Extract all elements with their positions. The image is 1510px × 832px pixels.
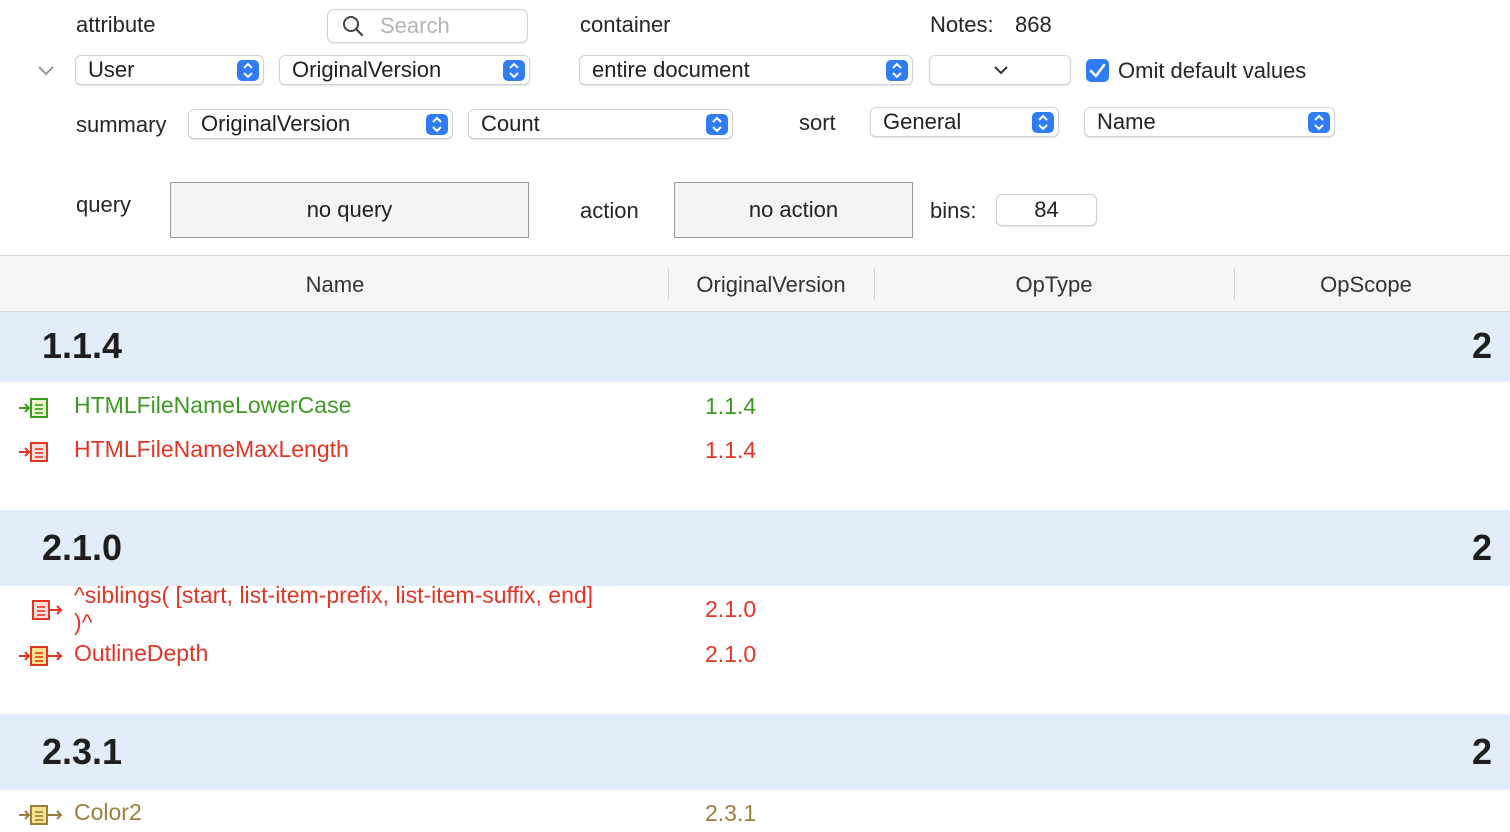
table-row[interactable]: HTMLFileNameLowerCase 1.1.4 — [0, 390, 1510, 426]
table-row[interactable]: HTMLFileNameMaxLength 1.1.4 — [0, 434, 1510, 470]
note-alias-icon — [19, 398, 48, 418]
popup-arrows-icon — [503, 60, 525, 81]
summary-field-popup[interactable]: OriginalVersion — [188, 109, 453, 139]
column-header-optype[interactable]: OpType — [874, 256, 1234, 311]
sort-label: sort — [799, 110, 836, 135]
popup-arrows-icon — [706, 114, 728, 135]
action-button[interactable]: no action — [674, 182, 913, 238]
row-version: 1.1.4 — [705, 437, 757, 463]
summary-label: summary — [76, 112, 167, 137]
attribute-field-popup[interactable]: OriginalVersion — [279, 55, 530, 85]
container-detail-popup[interactable] — [929, 55, 1071, 85]
row-version: 2.1.0 — [705, 596, 757, 622]
popup-arrows-icon — [426, 114, 448, 135]
omit-default-label: Omit default values — [1118, 58, 1307, 83]
table-row[interactable]: Color2 2.3.1 — [0, 797, 1510, 832]
checkmark-icon — [1089, 63, 1106, 78]
group-count: 2 — [1471, 731, 1492, 772]
row-version: 1.1.4 — [705, 393, 757, 419]
chevron-down-icon — [994, 66, 1008, 75]
notes-label: Notes: — [930, 12, 994, 37]
group-count: 2 — [1471, 527, 1492, 568]
query-label: query — [76, 192, 132, 217]
omit-default-checkbox[interactable] — [1086, 59, 1109, 82]
summary-op-popup[interactable]: Count — [468, 109, 733, 139]
note-alias-icon — [19, 442, 48, 462]
search-placeholder: Search — [380, 13, 450, 38]
container-value: entire document — [592, 57, 750, 82]
popup-arrows-icon — [237, 60, 259, 81]
group-name: 1.1.4 — [42, 325, 123, 366]
bins-label: bins: — [930, 198, 977, 223]
attribute-label: attribute — [76, 12, 156, 37]
row-name: ^siblings( [start, list-item-prefix, lis… — [74, 586, 594, 635]
group-header[interactable]: 1.1.4 2 — [0, 312, 1510, 382]
chevron-down-icon[interactable] — [36, 64, 56, 78]
note-alias-icon — [19, 646, 63, 666]
group-name: 2.3.1 — [42, 731, 123, 772]
row-version: 2.1.0 — [705, 641, 757, 667]
popup-arrows-icon — [1308, 112, 1330, 133]
attribute-type-value: User — [88, 57, 135, 82]
table-row[interactable]: OutlineDepth 2.1.0 — [0, 638, 1510, 674]
column-header-opscope[interactable]: OpScope — [1234, 256, 1498, 311]
sort-field-value: Name — [1097, 109, 1156, 134]
sort-field-popup[interactable]: Name — [1084, 107, 1335, 137]
group-header[interactable]: 2.1.0 2 — [0, 510, 1510, 586]
container-label: container — [580, 12, 671, 37]
group-name: 2.1.0 — [42, 527, 123, 568]
note-alias-icon — [19, 805, 63, 825]
column-header-name[interactable]: Name — [0, 256, 670, 311]
row-name: Color2 — [74, 799, 142, 825]
sort-category-value: General — [883, 109, 962, 134]
summary-field-value: OriginalVersion — [201, 111, 351, 136]
table-row[interactable]: ^siblings( [start, list-item-prefix, lis… — [0, 586, 1510, 636]
row-name: OutlineDepth — [74, 640, 209, 666]
bins-field[interactable]: 84 — [996, 194, 1097, 226]
action-label: action — [580, 198, 639, 223]
row-name: HTMLFileNameLowerCase — [74, 392, 352, 418]
attribute-field-value: OriginalVersion — [292, 57, 442, 82]
attribute-type-popup[interactable]: User — [75, 55, 264, 85]
search-field[interactable]: Search — [327, 9, 528, 43]
group-count: 2 — [1471, 325, 1492, 366]
popup-arrows-icon — [886, 60, 908, 81]
container-popup[interactable]: entire document — [579, 55, 913, 85]
row-version: 2.3.1 — [705, 800, 757, 826]
row-name: HTMLFileNameMaxLength — [74, 436, 349, 462]
search-icon — [343, 16, 364, 37]
table-header: Name OriginalVersion OpType OpScope — [0, 255, 1510, 312]
query-button[interactable]: no query — [170, 182, 529, 238]
sort-category-popup[interactable]: General — [870, 107, 1059, 137]
popup-arrows-icon — [1032, 112, 1054, 133]
group-header[interactable]: 2.3.1 2 — [0, 714, 1510, 790]
note-alias-icon — [32, 600, 63, 620]
summary-op-value: Count — [481, 111, 540, 136]
column-header-originalversion[interactable]: OriginalVersion — [668, 256, 874, 311]
notes-count: 868 — [1015, 12, 1052, 37]
